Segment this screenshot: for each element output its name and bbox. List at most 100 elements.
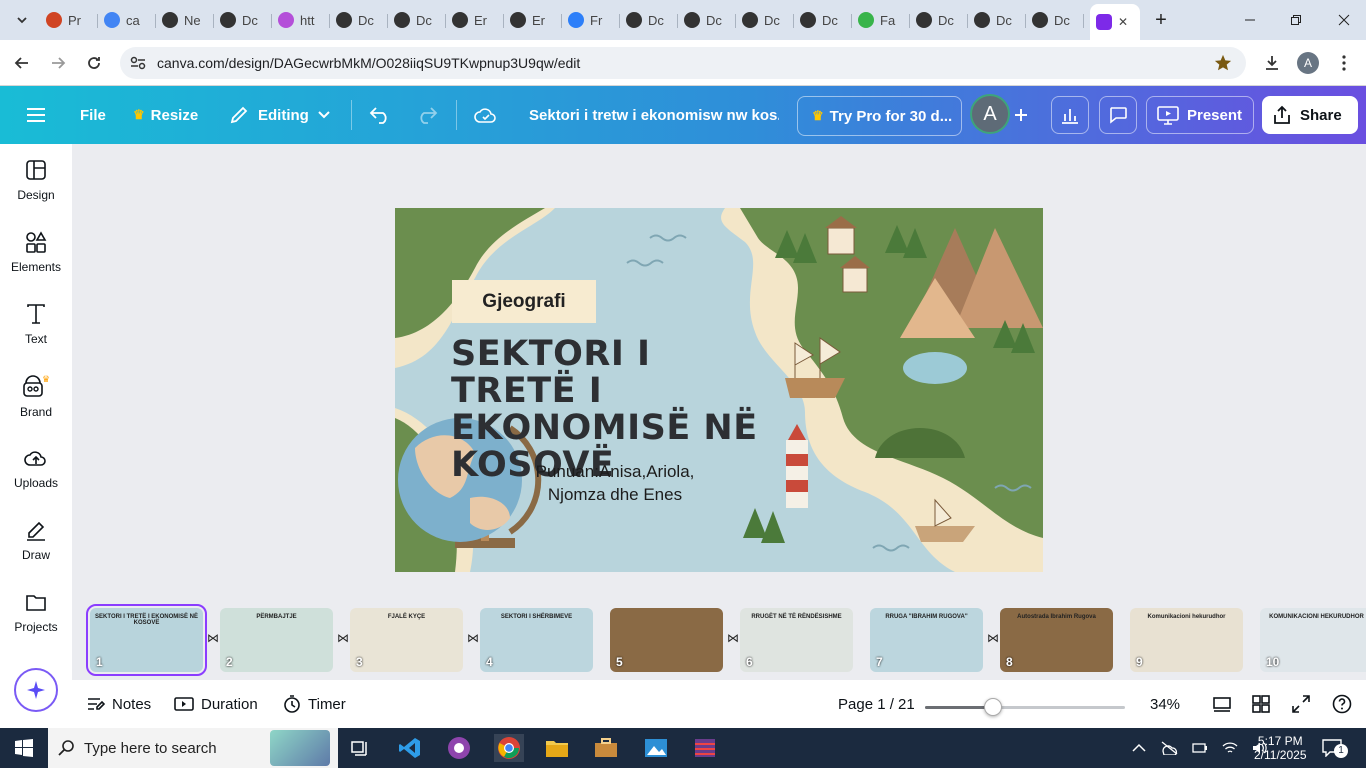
editing-mode-dropdown[interactable]: Editing [229, 86, 330, 144]
help-button[interactable] [1332, 680, 1352, 728]
omnibox[interactable]: canva.com/design/DAGecwrbMkM/O028iiqSU9T… [120, 47, 1246, 79]
bookmark-star-icon[interactable] [1214, 54, 1232, 72]
browser-tab[interactable]: Dc [620, 6, 678, 34]
restore-button[interactable] [1278, 8, 1314, 32]
sidebar-item-uploads[interactable]: Uploads [0, 432, 72, 504]
browser-tab[interactable]: Er [446, 6, 504, 34]
file-menu-button[interactable]: File [80, 86, 106, 144]
page-thumbnail[interactable]: Komunikacioni hekurudhor 9 [1130, 608, 1243, 672]
try-pro-button[interactable]: ♛ Try Pro for 30 d... [797, 96, 962, 136]
sidebar-item-draw[interactable]: Draw [0, 504, 72, 576]
browser-tab[interactable]: Dc [1026, 6, 1084, 34]
slide-authors[interactable]: Punuan:Anisa,Ariola, Njomza dhe Enes [525, 460, 705, 506]
chevron-up-icon[interactable] [1132, 743, 1146, 753]
taskbar-github-desktop[interactable] [444, 734, 474, 762]
task-view-button[interactable] [345, 734, 375, 762]
subject-tag[interactable]: Gjeografi [452, 280, 596, 323]
browser-tab[interactable]: Pr [40, 6, 98, 34]
taskbar-search[interactable]: Type here to search [48, 728, 338, 768]
page-thumbnail[interactable]: SEKTORI I TRETË I EKONOMISË NË KOSOVË 1 [86, 604, 207, 676]
browser-tab[interactable]: Dc [678, 6, 736, 34]
taskbar-chrome[interactable] [494, 734, 524, 762]
start-button[interactable] [9, 734, 39, 762]
browser-tab[interactable]: Dc [330, 6, 388, 34]
browser-tab[interactable]: Dc [910, 6, 968, 34]
site-settings-icon[interactable] [130, 56, 146, 70]
browser-tab[interactable]: Dc [388, 6, 446, 34]
browser-tab[interactable]: ca [98, 6, 156, 34]
sidebar-item-projects[interactable]: Projects [0, 576, 72, 648]
browser-tab[interactable]: Dc [214, 6, 272, 34]
forward-button[interactable] [46, 51, 70, 75]
grid-view-button[interactable] [1252, 680, 1270, 728]
magic-button[interactable] [14, 668, 58, 712]
taskbar-winrar[interactable] [690, 734, 720, 762]
taskbar-app[interactable] [591, 734, 621, 762]
tab-search-button[interactable] [10, 8, 34, 32]
transition-icon[interactable]: ⋈ [986, 631, 1000, 645]
browser-tab[interactable]: Er [504, 6, 562, 34]
browser-tab[interactable]: Dc [794, 6, 852, 34]
tab-active-canva[interactable]: ✕ [1090, 4, 1140, 40]
sidebar-item-elements[interactable]: Elements [0, 216, 72, 288]
page-indicator[interactable]: Page 1 / 21 [838, 680, 915, 728]
page-thumbnail[interactable]: 5 [610, 608, 723, 672]
browser-tab[interactable]: htt [272, 6, 330, 34]
browser-tab[interactable]: Dc [736, 6, 794, 34]
page-thumbnail[interactable]: SEKTORI I SHËRBIMEVE 4 [480, 608, 593, 672]
profile-avatar[interactable]: A [1297, 52, 1319, 74]
notes-button[interactable]: Notes [87, 680, 151, 728]
page-thumbnail[interactable]: FJALË KYÇE 3 [350, 608, 463, 672]
transition-icon[interactable]: ⋈ [206, 631, 220, 645]
zoom-percentage[interactable]: 34% [1150, 680, 1180, 728]
cloud-save-status[interactable] [474, 86, 498, 144]
transition-icon[interactable]: ⋈ [726, 631, 740, 645]
browser-tab[interactable]: Fa [852, 6, 910, 34]
reload-button[interactable] [82, 51, 106, 75]
tab-close-icon[interactable]: ✕ [1118, 15, 1128, 29]
timer-button[interactable]: Timer [283, 680, 346, 728]
browser-tab[interactable]: Ne [156, 6, 214, 34]
page-thumbnail[interactable]: RRUGA "IBRAHIM RUGOVA" 7 [870, 608, 983, 672]
sidebar-item-brand[interactable]: ♛ Brand [0, 360, 72, 432]
taskbar-file-explorer[interactable] [542, 734, 572, 762]
slide-1[interactable]: Gjeografi SEKTORI I TRETË I EKONOMISË NË… [395, 208, 1043, 572]
resize-button[interactable]: ♛ Resize [133, 86, 198, 144]
wifi-icon[interactable] [1222, 741, 1238, 755]
downloads-button[interactable] [1260, 51, 1284, 75]
fullscreen-button[interactable] [1292, 680, 1310, 728]
duration-button[interactable]: Duration [174, 680, 258, 728]
page-thumbnail[interactable]: RRUGËT NË TË RËNDËSISHME 6 [740, 608, 853, 672]
close-window-button[interactable] [1326, 8, 1362, 32]
browser-tab[interactable]: Fr [562, 6, 620, 34]
undo-button[interactable] [369, 86, 391, 144]
back-button[interactable] [10, 51, 34, 75]
transition-icon[interactable]: ⋈ [336, 631, 350, 645]
zoom-slider-handle[interactable] [984, 698, 1002, 716]
document-title[interactable]: Sektori i tretw i ekonomisw nw kos... [529, 86, 779, 144]
clock[interactable]: 5:17 PM 2/11/2025 [1254, 728, 1307, 768]
network-off-icon[interactable] [1160, 741, 1178, 755]
invite-button[interactable] [1012, 86, 1030, 144]
browser-tab[interactable]: Dc [968, 6, 1026, 34]
present-button[interactable]: Present [1146, 96, 1254, 134]
page-thumbnail[interactable]: Autostrada Ibrahim Rugova 8 [1000, 608, 1113, 672]
comments-button[interactable] [1099, 96, 1137, 134]
notification-center-button[interactable]: 1 [1322, 728, 1348, 768]
share-button[interactable]: Share [1262, 96, 1358, 134]
taskbar-photos[interactable] [641, 734, 671, 762]
battery-icon[interactable] [1192, 741, 1208, 755]
collaborator-avatar[interactable]: A [970, 94, 1010, 134]
page-thumbnail[interactable]: KOMUNIKACIONI HEKURUDHOR 10 [1260, 608, 1366, 672]
sidebar-item-design[interactable]: Design [0, 144, 72, 216]
zoom-slider[interactable] [925, 698, 1125, 716]
page-thumbnail[interactable]: PËRMBAJTJE 2 [220, 608, 333, 672]
new-tab-button[interactable]: + [1143, 8, 1179, 32]
sidebar-item-text[interactable]: Text [0, 288, 72, 360]
minimize-button[interactable] [1232, 8, 1268, 32]
insights-button[interactable] [1051, 96, 1089, 134]
main-menu-button[interactable] [26, 86, 46, 144]
transition-icon[interactable]: ⋈ [466, 631, 480, 645]
chrome-menu-button[interactable] [1332, 51, 1356, 75]
redo-button[interactable] [416, 86, 438, 144]
